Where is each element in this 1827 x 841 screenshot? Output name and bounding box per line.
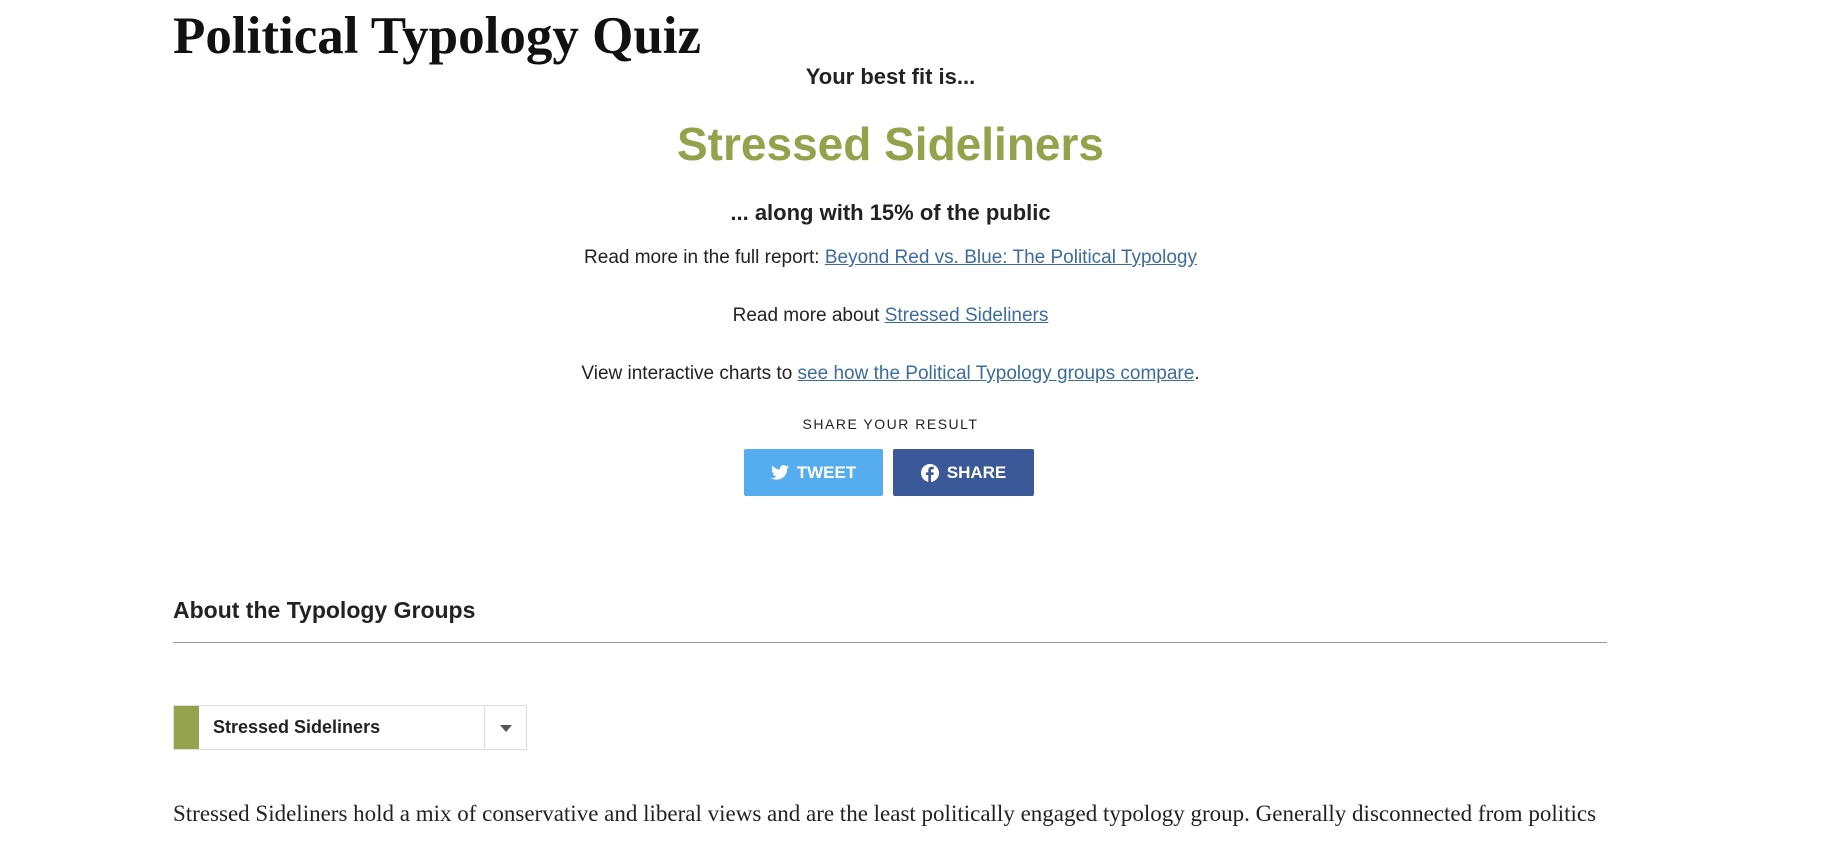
charts-prefix: View interactive charts to [581, 363, 798, 384]
section-divider [173, 642, 1607, 643]
report-line: Read more in the full report: Beyond Red… [173, 246, 1608, 270]
public-share-text: ... along with 15% of the public [730, 200, 1051, 225]
typology-group-select[interactable]: Stressed Sideliners [173, 705, 527, 750]
best-fit-intro: Your best fit is... [805, 64, 976, 89]
chevron-down-icon [499, 719, 512, 737]
share-label: SHARE [946, 462, 1007, 482]
facebook-icon [920, 463, 939, 482]
group-description: Stressed Sideliners hold a mix of conser… [173, 801, 1597, 841]
charts-line: View interactive charts to see how the P… [173, 362, 1608, 386]
charts-suffix: . [1194, 363, 1200, 384]
twitter-icon [770, 465, 789, 480]
compare-groups-link[interactable]: see how the Political Typology groups co… [798, 363, 1195, 384]
full-report-link[interactable]: Beyond Red vs. Blue: The Political Typol… [825, 247, 1197, 268]
page-title: Political Typology Quiz [173, 7, 702, 65]
dropdown-toggle[interactable] [484, 706, 526, 749]
result-group-name: Stressed Sideliners [677, 118, 1104, 170]
share-buttons: TWEET SHARE [744, 449, 1034, 496]
about-group-line: Read more about Stressed Sideliners [173, 304, 1608, 328]
tweet-label: TWEET [796, 462, 857, 482]
report-prefix: Read more in the full report: [584, 247, 825, 268]
selected-group-label: Stressed Sideliners [213, 717, 381, 737]
about-section-heading: About the Typology Groups [173, 597, 476, 623]
share-result-label: SHARE YOUR RESULT [802, 416, 979, 432]
group-details-link[interactable]: Stressed Sideliners [885, 305, 1049, 326]
tweet-button[interactable]: TWEET [744, 449, 883, 496]
about-prefix: Read more about [732, 305, 885, 326]
facebook-share-button[interactable]: SHARE [893, 449, 1034, 496]
group-color-swatch [174, 706, 199, 749]
